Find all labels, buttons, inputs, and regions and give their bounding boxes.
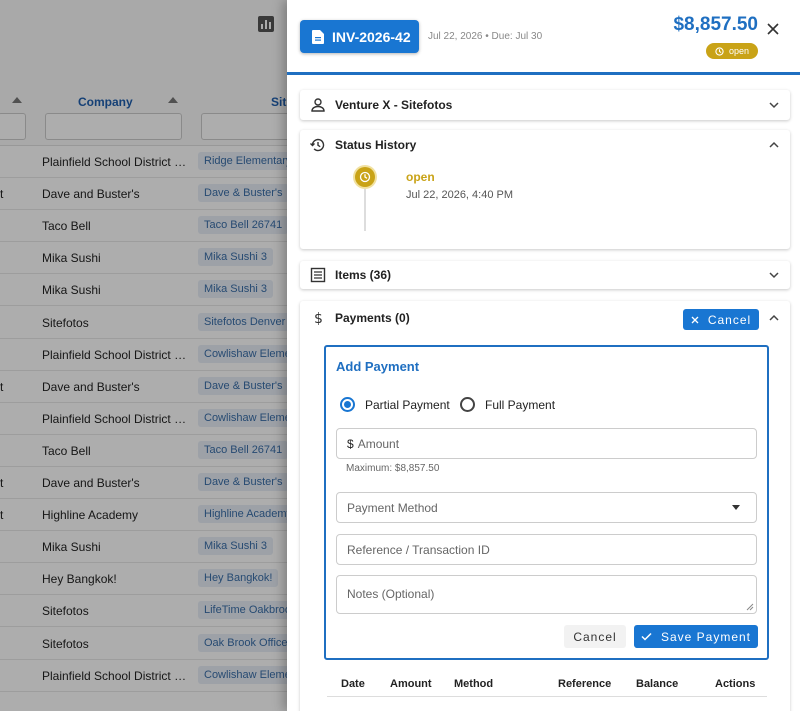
column-header-actions[interactable]: Actions: [715, 678, 755, 690]
client-section[interactable]: Venture X - Sitefotos: [300, 90, 790, 120]
status-history-title: Status History: [335, 138, 417, 152]
notes-textarea[interactable]: Notes (Optional): [336, 575, 757, 614]
cancel-add-payment-label: Cancel: [707, 312, 752, 327]
invoice-total: $8,857.50: [673, 14, 758, 35]
amount-input[interactable]: $ Amount: [336, 428, 757, 459]
payment-method-placeholder: Payment Method: [347, 500, 438, 515]
radio-unselected-icon[interactable]: [460, 397, 475, 412]
clock-icon: [359, 171, 371, 183]
svg-text:$: $: [314, 311, 323, 326]
close-icon: [691, 316, 699, 323]
invoice-detail-drawer: INV-2026-42 Jul 22, 2026 • Due: Jul 30 $…: [287, 0, 800, 711]
timeline-connector: [364, 189, 366, 231]
save-payment-label: Save Payment: [660, 629, 752, 644]
invoice-dates: Jul 22, 2026 • Due: Jul 30: [428, 31, 543, 42]
full-payment-label: Full Payment: [485, 397, 556, 412]
history-icon: [310, 138, 325, 152]
reference-input[interactable]: Reference / Transaction ID: [336, 534, 757, 565]
timeline-status: open: [406, 170, 435, 184]
column-header-reference[interactable]: Reference: [558, 678, 611, 690]
timeline-dot: [355, 167, 375, 187]
status-history-header[interactable]: Status History: [300, 130, 790, 160]
dollar-icon: $: [314, 311, 323, 326]
client-section-header[interactable]: Venture X - Sitefotos: [300, 90, 790, 120]
cancel-add-payment-button[interactable]: Cancel: [683, 309, 759, 330]
add-payment-form: Add Payment Partial Payment Full Payment…: [324, 345, 769, 660]
resize-handle-icon[interactable]: [746, 603, 754, 611]
radio-selected-icon[interactable]: [340, 397, 355, 412]
payments-section-header[interactable]: $ Payments (0) Cancel: [300, 301, 790, 335]
column-header-amount[interactable]: Amount: [390, 678, 432, 690]
payments-section-title: Payments (0): [335, 311, 410, 325]
amount-placeholder: Amount: [357, 436, 400, 451]
reference-placeholder: Reference / Transaction ID: [347, 542, 490, 557]
amount-help-text: Maximum: $8,857.50: [346, 463, 440, 474]
add-payment-title: Add Payment: [336, 359, 420, 374]
items-section[interactable]: Items (36): [300, 261, 790, 289]
list-icon: [310, 267, 326, 283]
person-icon: [311, 98, 325, 112]
partial-payment-label: Partial Payment: [365, 397, 450, 412]
save-payment-button[interactable]: Save Payment: [634, 625, 758, 648]
close-icon[interactable]: [765, 21, 781, 37]
items-section-title: Items (36): [335, 268, 392, 282]
caret-down-icon[interactable]: [732, 505, 740, 510]
amount-prefix: $: [347, 436, 354, 451]
check-icon: [641, 632, 652, 641]
payments-section: $ Payments (0) Cancel Add Payment Partia…: [300, 301, 790, 711]
status-badge: open: [705, 43, 758, 59]
cancel-button[interactable]: Cancel: [564, 625, 626, 648]
timeline-time: Jul 22, 2026, 4:40 PM: [406, 189, 514, 201]
notes-placeholder: Notes (Optional): [347, 587, 435, 601]
status-history-section: Status History open Jul 22, 2026, 4:40 P…: [300, 130, 790, 249]
drawer-header: INV-2026-42 Jul 22, 2026 • Due: Jul 30 $…: [287, 0, 800, 75]
chevron-down-icon[interactable]: [768, 269, 780, 281]
modal-overlay[interactable]: [0, 0, 287, 711]
invoice-number: INV-2026-42: [332, 28, 411, 45]
status-badge-label: open: [728, 46, 749, 56]
document-icon: [312, 29, 324, 44]
chevron-down-icon[interactable]: [768, 99, 780, 111]
chevron-up-icon[interactable]: [768, 139, 780, 151]
chevron-up-icon[interactable]: [768, 312, 780, 324]
column-header-date[interactable]: Date: [341, 678, 365, 690]
full-payment-radio[interactable]: Full Payment: [460, 397, 555, 412]
client-section-title: Venture X - Sitefotos: [335, 98, 453, 112]
payment-method-select[interactable]: Payment Method: [336, 492, 757, 523]
partial-payment-radio[interactable]: Partial Payment: [340, 397, 450, 412]
items-section-header[interactable]: Items (36): [300, 261, 790, 289]
column-header-method[interactable]: Method: [454, 678, 493, 690]
clock-icon: [715, 46, 724, 56]
column-header-balance[interactable]: Balance: [636, 678, 678, 690]
invoice-number-button[interactable]: INV-2026-42: [300, 20, 419, 53]
payments-table-header: Date Amount Method Reference Balance Act…: [327, 673, 767, 697]
